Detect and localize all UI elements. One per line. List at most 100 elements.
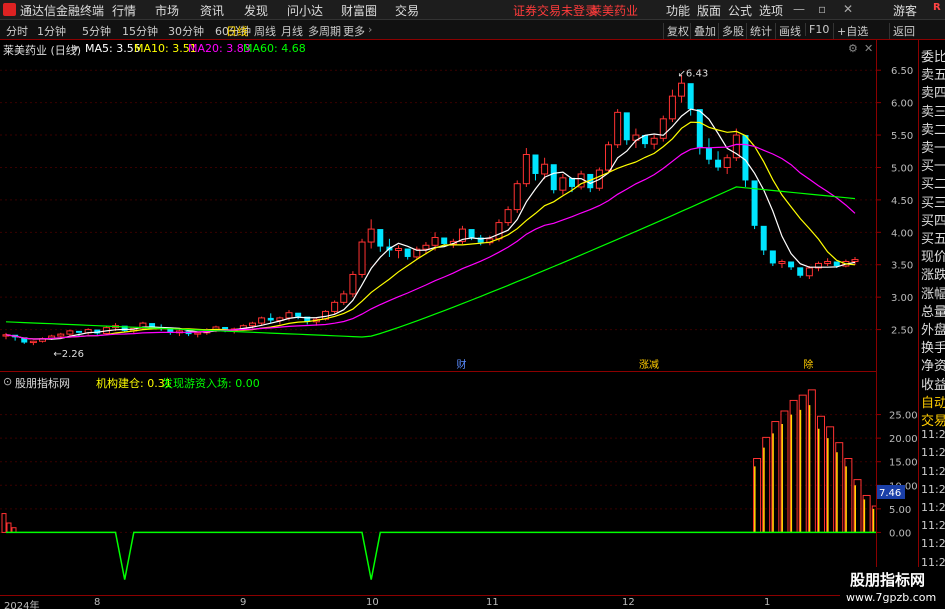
period-fenshi[interactable]: 分时 — [6, 23, 28, 39]
multi-stock-button[interactable]: 多股 — [718, 23, 744, 39]
menu-gongneng[interactable]: 功能 — [666, 2, 690, 19]
side-panel-item[interactable]: 净资 — [921, 355, 945, 374]
menu-faxian[interactable]: 发现 — [244, 2, 268, 19]
date-tick-label: 11 — [486, 597, 499, 608]
draw-line-button[interactable]: 画线 — [775, 23, 801, 39]
side-panel-item[interactable]: 总量 — [921, 301, 945, 320]
candle-body — [623, 112, 630, 141]
period-1min[interactable]: 1分钟 — [37, 23, 66, 39]
axis-svg: 6.50 6.00 5.50 5.00 4.50 4.00 3.50 3.00 2.50 25.0… — [877, 66, 918, 539]
side-panel-item[interactable]: 11:27 — [921, 428, 945, 441]
side-panel-item[interactable]: 卖五 — [921, 64, 945, 83]
side-panel-item[interactable]: 11:28 — [921, 501, 945, 514]
side-panel-item[interactable]: 涨跌 — [921, 264, 945, 283]
period-5min[interactable]: 5分钟 — [82, 23, 111, 39]
side-panel-item[interactable]: 涨幅 — [921, 283, 945, 302]
price-tick-label: 5.50 — [891, 131, 913, 142]
candle-body — [668, 95, 676, 120]
candle-body — [824, 260, 832, 264]
r-badge: R — [933, 2, 941, 13]
candle-body — [295, 312, 302, 317]
side-panel-item[interactable]: 买三 — [921, 192, 945, 211]
restore-icon[interactable]: ▫ — [818, 2, 826, 16]
candle-body — [778, 260, 786, 264]
side-panel-item[interactable]: 11:27 — [921, 465, 945, 478]
minimize-icon[interactable]: — — [793, 2, 805, 16]
user-label[interactable]: 游客 — [893, 2, 917, 19]
candle-body — [57, 333, 65, 337]
kline-panel[interactable]: 莱美药业 (日线) ▾ MA5: 3.55 MA10: 3.51 MA20: 3… — [0, 40, 876, 372]
side-panel-item[interactable]: 买一 — [921, 155, 945, 174]
period-15min[interactable]: 15分钟 — [122, 23, 158, 39]
side-panel-item[interactable]: 收益 — [921, 374, 945, 393]
watermark-url: www.7gpzb.com — [846, 591, 937, 604]
candle-body — [76, 330, 83, 333]
menu-shichang[interactable]: 市场 — [155, 2, 179, 19]
side-panel-item[interactable]: 11:28 — [921, 537, 945, 550]
login-status[interactable]: 证券交易未登录 — [513, 2, 597, 19]
side-panel-item[interactable]: 交易 — [921, 410, 945, 429]
f10-button[interactable]: F10 — [805, 23, 829, 36]
menu-zixun[interactable]: 资讯 — [200, 2, 224, 19]
menu-xuanxiang[interactable]: 选项 — [759, 2, 783, 19]
side-panel-item[interactable]: 11:27 — [921, 446, 945, 459]
ind-tick-label: 25.00 — [889, 411, 918, 422]
price-tick-label: 5.00 — [891, 163, 913, 174]
period-multi[interactable]: 多周期 — [308, 23, 341, 39]
candle-body — [358, 241, 366, 275]
candle-body — [395, 248, 403, 251]
side-panel-item[interactable]: 现价 — [921, 246, 945, 265]
candle-body — [696, 109, 703, 149]
side-panel-item[interactable]: 买二 — [921, 173, 945, 192]
back-button[interactable]: 返回 — [889, 23, 915, 39]
side-panel-item[interactable]: 自动 — [921, 392, 945, 411]
side-panel-item[interactable]: 买五 — [921, 228, 945, 247]
period-monthly[interactable]: 月线 — [281, 23, 303, 39]
ind-tick-label: 20.00 — [889, 434, 918, 445]
candle-body — [441, 237, 448, 244]
price-tick-label: 6.00 — [891, 99, 913, 110]
indicator-chart — [0, 389, 876, 580]
candle-body — [559, 177, 567, 191]
period-more[interactable]: 更多 — [343, 23, 365, 39]
side-panel-item[interactable]: 11:28 — [921, 519, 945, 532]
candle-body — [513, 183, 521, 211]
stats-button[interactable]: 统计 — [746, 23, 772, 39]
menu-caifuquan[interactable]: 财富圈 — [341, 2, 377, 19]
stock-name-title: 莱美药业 — [590, 4, 639, 18]
period-daily[interactable]: 日线 — [226, 23, 248, 39]
candle-body — [367, 228, 375, 243]
menu-wenxiaoda[interactable]: 问小达 — [287, 2, 323, 19]
menu-banmian[interactable]: 版面 — [697, 2, 721, 19]
quote-side-panel[interactable]: 委比 卖五 卖四 卖三 卖二 卖一 买一 买二 买三 买四 买五 现价 涨跌 涨幅 总量 外盘 换手 净资 收益 自动… — [918, 40, 945, 595]
side-panel-item[interactable]: 卖三 — [921, 101, 945, 120]
side-panel-item[interactable]: 换手 — [921, 337, 945, 356]
candle-body — [431, 237, 439, 246]
period-weekly[interactable]: 周线 — [254, 23, 276, 39]
date-tick-label: 12 — [622, 597, 635, 608]
candle-body — [377, 229, 384, 247]
side-panel-item[interactable]: 卖四 — [921, 82, 945, 101]
add-watchlist-button[interactable]: +自选 — [833, 23, 868, 39]
candle-body — [769, 250, 776, 264]
menu-gongshi[interactable]: 公式 — [728, 2, 752, 19]
side-panel-item[interactable]: 买四 — [921, 210, 945, 229]
price-tick-label: 4.00 — [891, 228, 913, 239]
period-toolbar: 分时 1分钟 5分钟 15分钟 30分钟 60分钟 日线 周线 月线 多周期 更… — [0, 20, 945, 40]
period-30min[interactable]: 30分钟 — [168, 23, 204, 39]
side-panel-item[interactable]: 卖一 — [921, 137, 945, 156]
event-marker: 除 — [803, 358, 813, 371]
indicator-panel[interactable]: ⊙ 股朋指标网 机构建仓: 0.31 发现游资入场: 0.00 — [0, 373, 876, 595]
overlay-button[interactable]: 叠加 — [690, 23, 716, 39]
more-chevron-icon[interactable]: › — [368, 23, 372, 36]
side-panel-item[interactable]: 卖二 — [921, 119, 945, 138]
menu-jiaoyi[interactable]: 交易 — [395, 2, 419, 19]
fuquan-button[interactable]: 复权 — [663, 23, 689, 39]
menu-hangqing[interactable]: 行情 — [112, 2, 136, 19]
side-panel-item[interactable]: 委比 — [921, 46, 945, 65]
side-panel-item[interactable]: 外盘 — [921, 319, 945, 338]
close-icon[interactable]: ✕ — [843, 2, 853, 16]
side-panel-item[interactable]: 11:28 — [921, 483, 945, 496]
price-tick-label: 6.50 — [891, 66, 913, 77]
candle-body — [541, 163, 549, 175]
